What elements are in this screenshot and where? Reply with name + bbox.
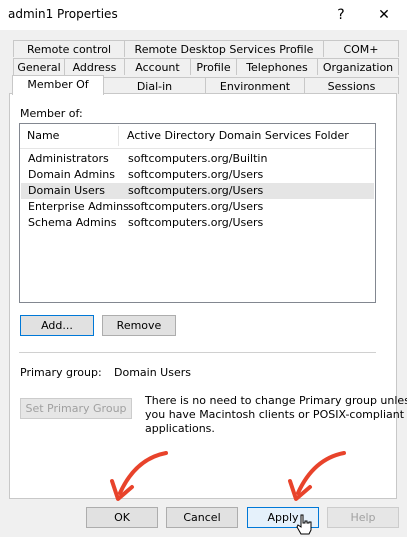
column-header-folder[interactable]: Active Directory Domain Services Folder bbox=[120, 124, 375, 148]
member-of-list[interactable]: Name Active Directory Domain Services Fo… bbox=[19, 123, 376, 303]
annotation-arrow-ok bbox=[110, 451, 168, 501]
group-name: Domain Users bbox=[28, 184, 105, 197]
set-primary-group-button[interactable]: Set Primary Group bbox=[20, 398, 132, 419]
list-item[interactable]: Enterprise Admins softcomputers.org/User… bbox=[21, 199, 374, 215]
list-item[interactable]: Schema Admins softcomputers.org/Users bbox=[21, 215, 374, 231]
divider bbox=[19, 352, 376, 353]
group-folder: softcomputers.org/Users bbox=[128, 184, 264, 197]
column-header-name[interactable]: Name bbox=[20, 124, 118, 148]
group-name: Domain Admins bbox=[28, 168, 115, 181]
annotation-arrow-apply bbox=[288, 451, 346, 501]
add-button[interactable]: Add... bbox=[20, 315, 94, 336]
list-header: Name Active Directory Domain Services Fo… bbox=[20, 124, 375, 149]
primary-group-note-line-2: you have Macintosh clients or POSIX-comp… bbox=[145, 408, 405, 421]
group-folder: softcomputers.org/Builtin bbox=[128, 152, 268, 165]
group-name: Enterprise Admins bbox=[28, 200, 129, 213]
primary-group-label: Primary group: bbox=[20, 366, 102, 379]
group-folder: softcomputers.org/Users bbox=[128, 168, 264, 181]
group-folder: softcomputers.org/Users bbox=[128, 200, 264, 213]
hand-cursor-icon bbox=[296, 514, 312, 535]
group-name: Administrators bbox=[28, 152, 109, 165]
list-item[interactable]: Administrators softcomputers.org/Builtin bbox=[21, 151, 374, 167]
primary-group-value: Domain Users bbox=[114, 366, 191, 379]
column-divider[interactable] bbox=[118, 126, 119, 146]
group-name: Schema Admins bbox=[28, 216, 117, 229]
group-folder: softcomputers.org/Users bbox=[128, 216, 264, 229]
properties-dialog: admin1 Properties ? ✕ Remote control Rem… bbox=[0, 0, 407, 537]
list-item[interactable]: Domain Admins softcomputers.org/Users bbox=[21, 167, 374, 183]
list-item-selected[interactable]: Domain Users softcomputers.org/Users bbox=[21, 183, 374, 199]
member-of-label: Member of: bbox=[20, 107, 83, 120]
primary-group-note-line-1: There is no need to change Primary group… bbox=[145, 394, 407, 407]
remove-button[interactable]: Remove bbox=[102, 315, 176, 336]
primary-group-note-line-3: applications. bbox=[145, 422, 215, 435]
